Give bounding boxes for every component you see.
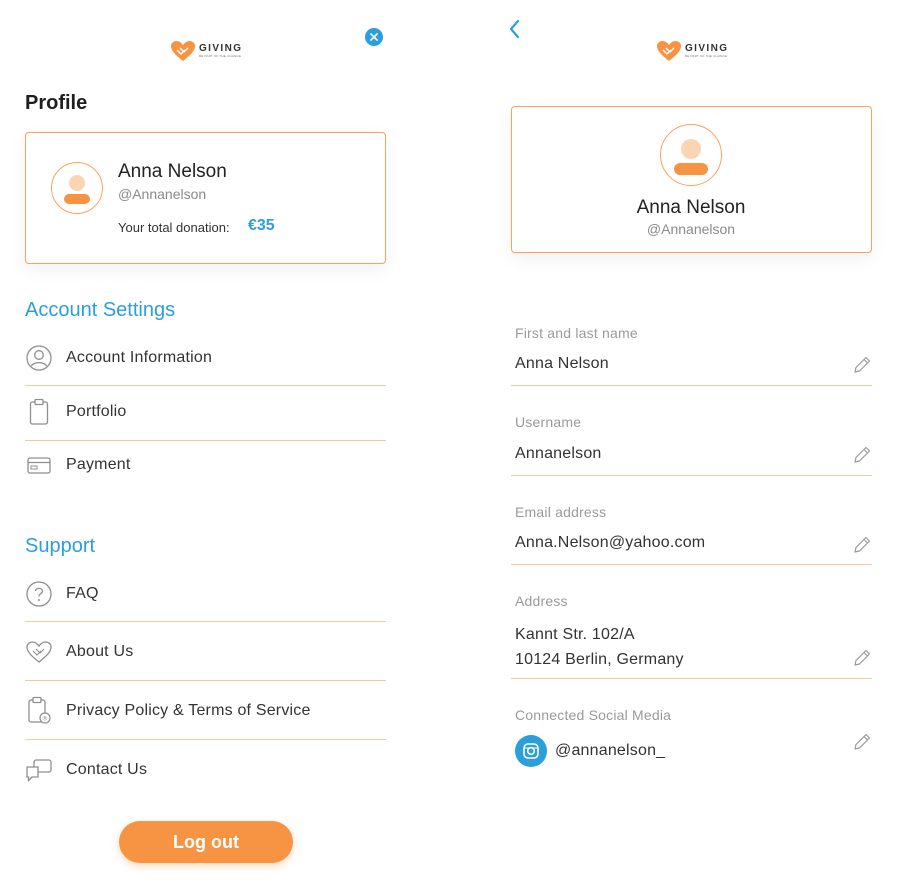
edit-email-button[interactable]	[851, 534, 873, 556]
chevron-left-icon	[509, 19, 520, 39]
close-icon	[370, 33, 378, 41]
menu-item-account-information[interactable]: Account Information	[24, 343, 386, 373]
profile-card: Anna Nelson @Annanelson Your total donat…	[25, 132, 386, 264]
heart-logo-icon	[171, 41, 195, 61]
pencil-icon	[854, 446, 871, 463]
credit-card-icon	[24, 450, 54, 480]
menu-label: About Us	[66, 643, 134, 660]
avatar	[660, 124, 722, 186]
brand-tagline: BE PART OF THE CHANGE	[199, 54, 242, 58]
menu-item-privacy-policy[interactable]: ® Privacy Policy & Terms of Service	[24, 696, 386, 726]
user-avatar-icon	[64, 175, 90, 204]
back-button[interactable]	[508, 18, 530, 42]
menu-label: Account Information	[66, 349, 213, 366]
user-circle-icon	[24, 343, 54, 373]
field-label-address: Address	[515, 593, 568, 609]
user-avatar-icon	[674, 139, 708, 175]
menu-label: FAQ	[66, 585, 99, 602]
profile-handle: @Annanelson	[118, 186, 207, 202]
field-label-email: Email address	[515, 504, 607, 520]
brand-logo: GIVING BE PART OF THE CHANGE	[170, 40, 242, 62]
menu-item-about-us[interactable]: About Us	[24, 637, 386, 667]
profile-card: Anna Nelson @Annanelson	[511, 106, 872, 253]
address-field[interactable]: Kannt Str. 102/A 10124 Berlin, Germany	[515, 622, 684, 672]
divider	[25, 739, 386, 740]
edit-name-button[interactable]	[851, 354, 873, 376]
instagram-icon	[515, 735, 547, 767]
page-title: Profile	[25, 92, 88, 114]
chat-bubbles-icon	[24, 755, 54, 785]
heart-logo-icon	[657, 41, 681, 61]
avatar	[51, 162, 103, 214]
heart-handshake-icon	[24, 637, 54, 667]
logout-button[interactable]: Log out	[119, 821, 293, 863]
clipboard-icon	[24, 397, 54, 427]
question-circle-icon	[24, 579, 54, 609]
menu-label: Contact Us	[66, 761, 148, 778]
brand-logo: GIVING BE PART OF THE CHANGE	[656, 40, 728, 62]
name-field[interactable]: Anna Nelson	[515, 351, 609, 376]
field-label-social-media: Connected Social Media	[515, 707, 672, 723]
account-settings-title: Account Settings	[25, 299, 176, 321]
brand-tagline: BE PART OF THE CHANGE	[685, 54, 728, 58]
divider	[511, 385, 872, 386]
menu-label: Payment	[66, 456, 131, 473]
donation-label: Your total donation:	[118, 220, 230, 235]
profile-handle: @Annanelson	[646, 221, 736, 237]
edit-address-button[interactable]	[851, 647, 873, 669]
email-field[interactable]: Anna.Nelson@yahoo.com	[515, 530, 705, 555]
divider	[511, 475, 872, 476]
divider	[511, 678, 872, 679]
divider	[25, 680, 386, 681]
edit-social-media-button[interactable]	[851, 731, 873, 753]
close-button[interactable]	[365, 28, 383, 46]
divider	[25, 621, 386, 622]
divider	[25, 440, 386, 441]
address-line-2: 10124 Berlin, Germany	[515, 651, 684, 668]
pencil-icon	[854, 356, 871, 373]
menu-item-faq[interactable]: FAQ	[24, 579, 386, 609]
menu-label: Privacy Policy & Terms of Service	[66, 702, 311, 719]
address-line-1: Kannt Str. 102/A	[515, 626, 635, 643]
profile-name: Anna Nelson	[636, 197, 746, 218]
field-label-name: First and last name	[515, 325, 638, 341]
menu-label: Portfolio	[66, 403, 127, 420]
svg-text:®: ®	[42, 716, 48, 723]
field-label-username: Username	[515, 414, 582, 430]
menu-item-payment[interactable]: Payment	[24, 450, 386, 480]
pencil-icon	[854, 536, 871, 553]
menu-item-contact-us[interactable]: Contact Us	[24, 755, 386, 785]
divider	[511, 564, 872, 565]
donation-value: €35	[248, 217, 275, 234]
brand-name: GIVING	[685, 43, 729, 54]
pencil-icon	[854, 733, 871, 750]
support-title: Support	[25, 535, 96, 557]
brand-name: GIVING	[199, 43, 243, 54]
document-lock-icon: ®	[24, 696, 54, 726]
profile-name: Anna Nelson	[118, 161, 227, 182]
pencil-icon	[854, 649, 871, 666]
menu-item-portfolio[interactable]: Portfolio	[24, 397, 386, 427]
divider	[25, 385, 386, 386]
username-field[interactable]: Annanelson	[515, 441, 602, 466]
edit-username-button[interactable]	[851, 444, 873, 466]
social-media-handle[interactable]: @annanelson_	[555, 738, 665, 763]
